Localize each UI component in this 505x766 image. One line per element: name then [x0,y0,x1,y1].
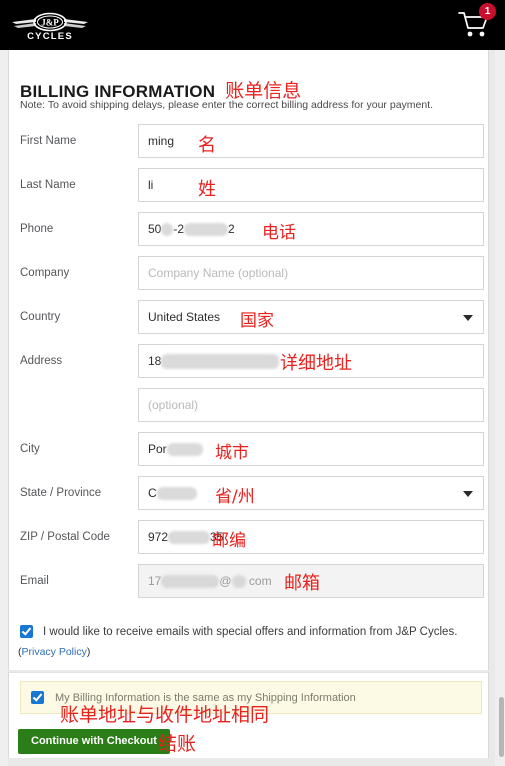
email-input: 17 @ com [138,564,484,598]
city-value: Por [148,442,203,457]
country-select[interactable]: United States [138,300,484,334]
email-value-head: 17 [148,574,162,588]
logo-wordmark: CYCLES [27,31,73,42]
company-input[interactable]: Company Name (optional) [138,256,484,290]
first-name-label: First Name [20,135,77,147]
phone-value-mid: 2 [177,222,185,236]
state-value-head: C [148,486,157,500]
state-select[interactable]: C [138,476,484,510]
email-value-tail: com [248,574,272,588]
first-name-input[interactable]: ming [138,124,484,158]
form-row-phone: Phone 50 -2 2 电话 [0,210,489,254]
chevron-down-icon [463,491,473,497]
country-label: Country [20,311,61,323]
zip-value-head: 972 [148,530,169,544]
address-2-placeholder: (optional) [148,398,199,412]
privacy-policy-row: (Privacy Policy) [18,646,90,658]
privacy-policy-link[interactable]: Privacy Policy [22,646,87,658]
email-redaction-1 [161,575,220,589]
phone-value-head: 50 [148,222,162,236]
cart-count-badge: 1 [479,3,496,20]
state-label: State / Province [20,487,102,499]
jp-cycles-logo[interactable]: J&P CYCLES [10,7,90,43]
city-redaction [166,443,203,457]
last-name-label: Last Name [20,179,76,191]
logo-monogram: J&P [41,18,59,28]
phone-redaction-1 [161,223,174,237]
same-as-shipping-label: My Billing Information is the same as my… [55,691,356,704]
form-row-country: Country United States 国家 [0,298,489,342]
last-name-value: li [148,178,154,192]
zip-label: ZIP / Postal Code [20,531,110,543]
address-2-input[interactable]: (optional) [138,388,484,422]
continue-with-checkout-button[interactable]: Continue with Checkout [18,729,170,754]
form-row-address: Address 18 详细地址 [0,342,489,386]
form-row-address-2: (optional) [0,386,489,430]
zip-value: 972 35 [148,530,224,545]
address-input[interactable]: 18 [138,344,484,378]
state-redaction [156,487,197,501]
form-row-zip: ZIP / Postal Code 972 35 邮编 [0,518,489,562]
phone-label: Phone [20,223,54,235]
privacy-paren-close: ) [86,646,91,658]
address-value-head: 18 [148,354,162,368]
phone-input[interactable]: 50 -2 2 [138,212,484,246]
city-label: City [20,443,40,455]
company-label: Company [20,267,70,279]
cart-button[interactable]: 1 [457,3,496,41]
zip-value-tail: 35 [210,530,224,544]
state-value: C [148,486,197,501]
city-value-head: Por [148,442,167,456]
form-row-state: State / Province C 省/州 [0,474,489,518]
address-redaction [161,354,280,370]
same-as-shipping-checkbox[interactable] [31,691,44,704]
phone-value: 50 -2 2 [148,222,235,237]
form-row-last-name: Last Name li 姓 [0,166,489,210]
form-row-email: Email 17 @ com 邮箱 [0,562,489,606]
chevron-down-icon [463,315,473,321]
last-name-input[interactable]: li [138,168,484,202]
phone-value-tail: 2 [228,222,235,236]
zip-redaction [168,531,211,545]
checkout-page: J&P CYCLES 1 BILLING INFORMATION 账单信息 No… [0,0,505,766]
page-right-gutter [495,50,505,766]
marketing-consent-checkbox[interactable] [20,625,33,638]
form-row-city: City Por 城市 [0,430,489,474]
email-redaction-2 [231,575,246,589]
marketing-consent-row[interactable]: I would like to receive emails with spec… [20,625,457,638]
city-input[interactable]: Por [138,432,484,466]
address-value: 18 [148,354,280,370]
page-scrollbar-thumb[interactable] [499,697,504,757]
phone-redaction-2 [184,223,229,237]
zip-input[interactable]: 972 35 [138,520,484,554]
billing-form: First Name ming 名 Last Name li 姓 Phone 5… [0,122,489,606]
logo-icon: J&P CYCLES [12,12,88,42]
form-row-company: Company Company Name (optional) [0,254,489,298]
email-label: Email [20,575,49,587]
same-as-shipping-banner[interactable]: My Billing Information is the same as my… [20,681,482,714]
site-header: J&P CYCLES 1 [0,0,505,50]
company-placeholder: Company Name (optional) [148,266,289,280]
form-row-first-name: First Name ming 名 [0,122,489,166]
first-name-value: ming [148,134,175,148]
email-at-symbol: @ [219,574,232,588]
billing-note: Note: To avoid shipping delays, please e… [20,99,434,111]
marketing-consent-label: I would like to receive emails with spec… [43,625,458,638]
address-label: Address [20,355,63,367]
email-value: 17 @ com [148,574,272,589]
country-value: United States [148,310,221,324]
